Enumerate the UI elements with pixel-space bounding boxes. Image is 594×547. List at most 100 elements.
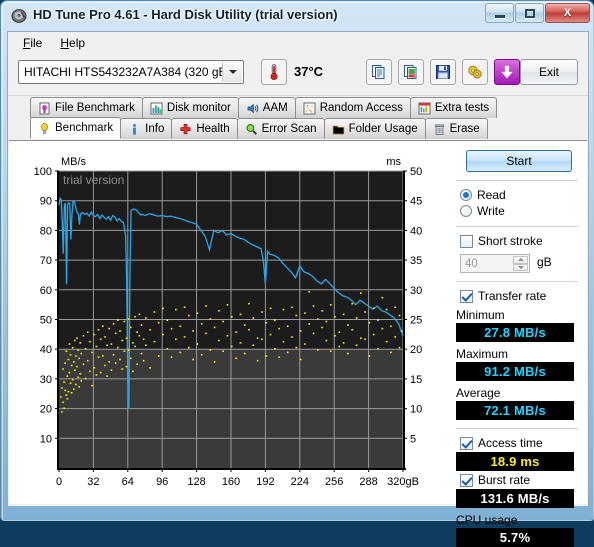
tab-aam[interactable]: AAM [237,97,296,118]
tab-erase[interactable]: Erase [424,118,488,139]
tab-random-access-label: Random Access [319,102,403,114]
access-time-point [84,377,87,380]
close-icon: X [563,7,572,19]
chevron-down-icon[interactable] [222,62,242,82]
access-time-point [222,350,224,352]
access-time-point [75,383,77,386]
tab-aam-label: AAM [262,102,288,114]
menu-file-rest: ile [30,35,43,50]
divider [456,226,578,227]
access-time-point [125,337,128,339]
access-time-point [325,339,328,342]
access-time-point [65,350,68,352]
access-time-point [265,321,267,324]
access-time-point [61,410,63,413]
access-time-point [278,356,280,358]
access-time-point [68,371,71,374]
menu-bar: File Help [8,32,588,53]
maximize-button[interactable] [515,3,544,23]
toolbar: HITACHI HTS543232A7A384 (320 gB) 37°C Ex… [8,53,588,96]
download-button[interactable] [494,59,520,85]
access-time-point [74,369,76,371]
menu-item-file[interactable]: File [14,34,51,52]
y-tick-label: 100 [34,166,52,178]
tab-health[interactable]: Health [171,118,238,139]
menu-item-help[interactable]: Help [51,34,94,52]
transfer-rate-label: Transfer rate [478,289,547,303]
tab-file-benchmark[interactable]: File Benchmark [30,97,143,118]
tab-disk-monitor[interactable]: Disk monitor [141,97,239,118]
access-time-point [127,349,130,351]
spinner-up-button[interactable] [513,256,528,264]
tab-error-scan[interactable]: Error Scan [236,118,325,139]
tab-folder-usage[interactable]: Folder Usage [323,118,426,139]
close-button[interactable]: X [545,3,590,23]
short-stroke-input[interactable]: 40 [460,254,530,273]
access-time-point [149,367,151,369]
access-time-point [196,312,199,314]
access-time-point [291,306,293,309]
radio-write[interactable]: Write [460,204,582,218]
access-time-point [338,345,341,348]
magnifier-icon [246,123,257,135]
access-time-point [342,313,345,316]
short-stroke-spinner[interactable] [513,256,528,271]
menu-help-rest: elp [69,35,86,50]
maximum-value: 91.2 MB/s [456,362,574,381]
access-time-point [390,325,392,328]
checkbox-transfer-rate[interactable]: Transfer rate [460,289,582,303]
tab-extra-tests[interactable]: Extra tests [409,97,498,118]
tab-erase-label: Erase [449,123,480,135]
access-time-point [108,361,111,363]
y2-tick-label: 10 [410,404,422,416]
access-time-point [261,338,263,341]
folder-icon [332,125,344,134]
access-time-point [377,319,379,322]
spinner-down-button[interactable] [513,263,528,271]
access-time-point [138,334,141,337]
access-time-point [125,365,128,368]
radio-read[interactable]: Read [460,188,582,202]
access-time-point [86,359,89,362]
copy-button[interactable] [366,59,392,85]
checkbox-burst-rate[interactable]: Burst rate [460,473,582,487]
cpu-usage-value: 5.7% [456,528,574,547]
tab-random-access[interactable]: Random Access [294,97,411,118]
access-time-point [129,357,132,360]
red-cross-icon [180,123,191,134]
access-time-point [89,370,91,373]
start-button[interactable]: Start [466,150,572,172]
access-time-point [295,314,298,317]
minimize-button[interactable] [485,3,514,23]
access-time-point [142,338,145,341]
checkbox-short-stroke[interactable]: Short stroke [460,234,582,248]
tab-info[interactable]: Info [120,118,173,139]
options-button[interactable] [462,59,488,85]
tab-benchmark[interactable]: Benchmark [30,117,122,139]
tab-row-top: File Benchmark Disk monitor AAM Random A… [30,97,498,118]
copy-image-button[interactable] [398,59,424,85]
exit-button[interactable]: Exit [520,59,578,85]
transfer-rate-checkbox-icon [460,289,473,303]
access-time-point [342,342,345,344]
access-time-point [93,333,95,336]
y2-tick-label: 30 [410,285,422,297]
y-tick-label: 60 [40,285,52,297]
thermometer-icon [270,64,278,81]
client-area: File Help HITACHI HTS543232A7A384 (320 g… [7,31,589,547]
tab-folder-usage-label: Folder Usage [348,123,418,135]
drive-select[interactable]: HITACHI HTS543232A7A384 (320 gB) [18,60,244,84]
access-time-point [69,382,72,385]
access-time-point [192,358,194,361]
save-button[interactable] [430,59,456,85]
lightbulb-icon [41,122,48,134]
access-time-point [338,331,341,333]
y-tick-label: 90 [40,196,52,208]
access-time-point [78,386,80,388]
access-time-point [106,344,108,347]
access-time-point [79,372,82,375]
checkbox-access-time[interactable]: Access time [460,436,582,450]
access-time-point [347,324,349,326]
access-time-point [304,343,306,345]
access-time-point [231,315,233,318]
